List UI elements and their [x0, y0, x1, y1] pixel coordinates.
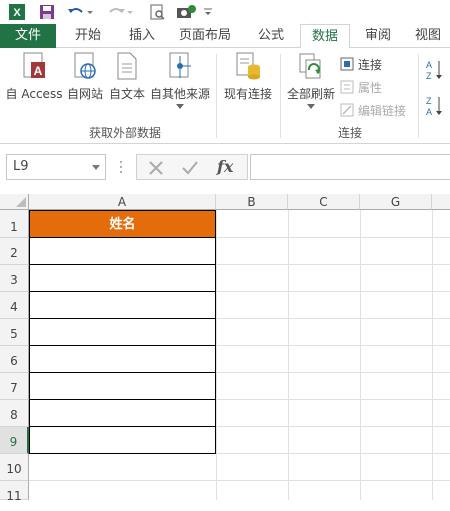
table-cell[interactable] [29, 291, 216, 319]
row-header-7[interactable]: 7 [0, 373, 29, 400]
worksheet-grid: A B C G 1 2 3 4 5 6 7 8 9 10 11 姓名 [0, 194, 450, 503]
ribbon-separator [216, 54, 217, 138]
customize-icon[interactable] [202, 3, 214, 21]
from-access-label: 自 Access [5, 87, 63, 101]
table-cell[interactable] [29, 426, 216, 454]
svg-text:A: A [426, 107, 432, 117]
refresh-icon [298, 52, 324, 82]
row-header-9[interactable]: 9 [0, 427, 29, 454]
connections-button[interactable]: 连接 [340, 54, 382, 74]
enter-icon[interactable] [181, 159, 199, 180]
group-label-get-external: 获取外部数据 [88, 126, 161, 140]
column-header-next[interactable] [432, 194, 450, 210]
from-web-label: 自网站 [66, 87, 103, 101]
formula-input[interactable] [250, 154, 450, 180]
from-text-label: 自文本 [108, 87, 145, 101]
edit-links-button[interactable]: 编辑链接 [340, 100, 406, 120]
dropdown-arrow-icon [176, 104, 184, 109]
redo-icon[interactable] [106, 3, 134, 21]
properties-label: 属性 [358, 80, 383, 95]
ribbon-tabs: 文件 开始 插入 页面布局 公式 数据 审阅 视图 [0, 24, 450, 49]
tab-page-layout[interactable]: 页面布局 [172, 24, 238, 48]
more-options-icon[interactable] [118, 158, 124, 176]
undo-icon[interactable] [66, 3, 94, 21]
from-access-button[interactable]: A 自 Access [4, 52, 64, 102]
properties-icon [340, 80, 354, 94]
from-other-sources-button[interactable]: 自其他来源 [148, 52, 212, 110]
row-header-4[interactable]: 4 [0, 292, 29, 319]
ribbon-separator [418, 54, 419, 138]
formula-buttons: fx [136, 154, 248, 180]
table-cell[interactable] [29, 399, 216, 427]
insert-function-icon[interactable]: fx [217, 157, 233, 176]
excel-logo-icon: X [8, 3, 26, 21]
table-cell[interactable] [29, 264, 216, 292]
tab-review[interactable]: 审阅 [354, 24, 402, 48]
connections-label: 连接 [358, 57, 383, 72]
web-icon [72, 52, 98, 82]
existing-connections-label: 现有连接 [223, 87, 272, 101]
table-cell[interactable] [29, 318, 216, 346]
column-header-a[interactable]: A [29, 194, 216, 210]
existing-connections-button[interactable]: 现有连接 [220, 52, 276, 102]
other-sources-icon [167, 52, 193, 82]
svg-text:X: X [13, 7, 21, 19]
tab-data[interactable]: 数据 [300, 24, 350, 49]
column-header-c[interactable]: C [288, 194, 360, 210]
tab-formulas[interactable]: 公式 [246, 24, 296, 48]
ribbon-data: A 自 Access 自网站 自文本 自其他来源 获取外部数据 现有连接 全部刷… [0, 48, 450, 144]
ribbon-separator [280, 54, 281, 138]
refresh-all-label: 全部刷新 [286, 87, 335, 101]
tab-file[interactable]: 文件 [0, 24, 56, 48]
column-header-g[interactable]: G [360, 194, 432, 210]
sort-descending-icon: ZA [426, 96, 442, 117]
svg-text:Z: Z [426, 96, 432, 106]
sort-ascending-icon: AZ [426, 60, 442, 81]
row-header-10[interactable]: 10 [0, 454, 29, 481]
row-header-5[interactable]: 5 [0, 319, 29, 346]
tab-home[interactable]: 开始 [62, 24, 114, 48]
row-header-1[interactable]: 1 [0, 210, 29, 238]
edit-links-icon [340, 103, 354, 117]
name-box-value: L9 [13, 159, 29, 174]
svg-text:A: A [426, 60, 432, 70]
cancel-icon[interactable] [147, 159, 165, 180]
from-web-button[interactable]: 自网站 [64, 52, 106, 102]
formula-bar: L9 fx [0, 144, 450, 194]
properties-button[interactable]: 属性 [340, 77, 382, 97]
chevron-down-icon[interactable] [92, 165, 100, 170]
text-file-icon [114, 52, 140, 82]
refresh-all-button[interactable]: 全部刷新 [284, 52, 338, 110]
row-header-2[interactable]: 2 [0, 238, 29, 265]
connections-icon [340, 57, 354, 71]
access-icon: A [21, 52, 47, 82]
sort-descending-button[interactable]: ZA [424, 94, 446, 121]
tab-view[interactable]: 视图 [406, 24, 450, 48]
print-preview-icon[interactable] [148, 3, 166, 21]
row-header-8[interactable]: 8 [0, 400, 29, 427]
table-cell[interactable] [29, 345, 216, 373]
table-cell[interactable] [29, 372, 216, 400]
from-text-button[interactable]: 自文本 [106, 52, 148, 102]
select-all-corner[interactable] [0, 194, 29, 210]
dropdown-arrow-icon [307, 104, 315, 109]
sort-ascending-button[interactable]: AZ [424, 58, 446, 85]
from-other-sources-label: 自其他来源 [149, 87, 210, 101]
column-header-b[interactable]: B [216, 194, 288, 210]
save-icon[interactable] [38, 3, 56, 21]
group-label-connections: 连接 [337, 126, 362, 140]
row-header-11[interactable]: 11 [0, 481, 29, 503]
edit-links-label: 编辑链接 [358, 103, 407, 118]
existing-connections-icon [235, 52, 261, 82]
header-cell-name[interactable]: 姓名 [29, 210, 216, 238]
svg-text:A: A [34, 64, 43, 78]
camera-icon[interactable] [176, 3, 196, 21]
svg-text:Z: Z [426, 71, 432, 81]
tab-insert[interactable]: 插入 [116, 24, 168, 48]
row-header-3[interactable]: 3 [0, 265, 29, 292]
name-box[interactable]: L9 [6, 154, 106, 180]
quick-access-toolbar: X [0, 0, 450, 24]
table-cell[interactable] [29, 237, 216, 265]
row-header-6[interactable]: 6 [0, 346, 29, 373]
